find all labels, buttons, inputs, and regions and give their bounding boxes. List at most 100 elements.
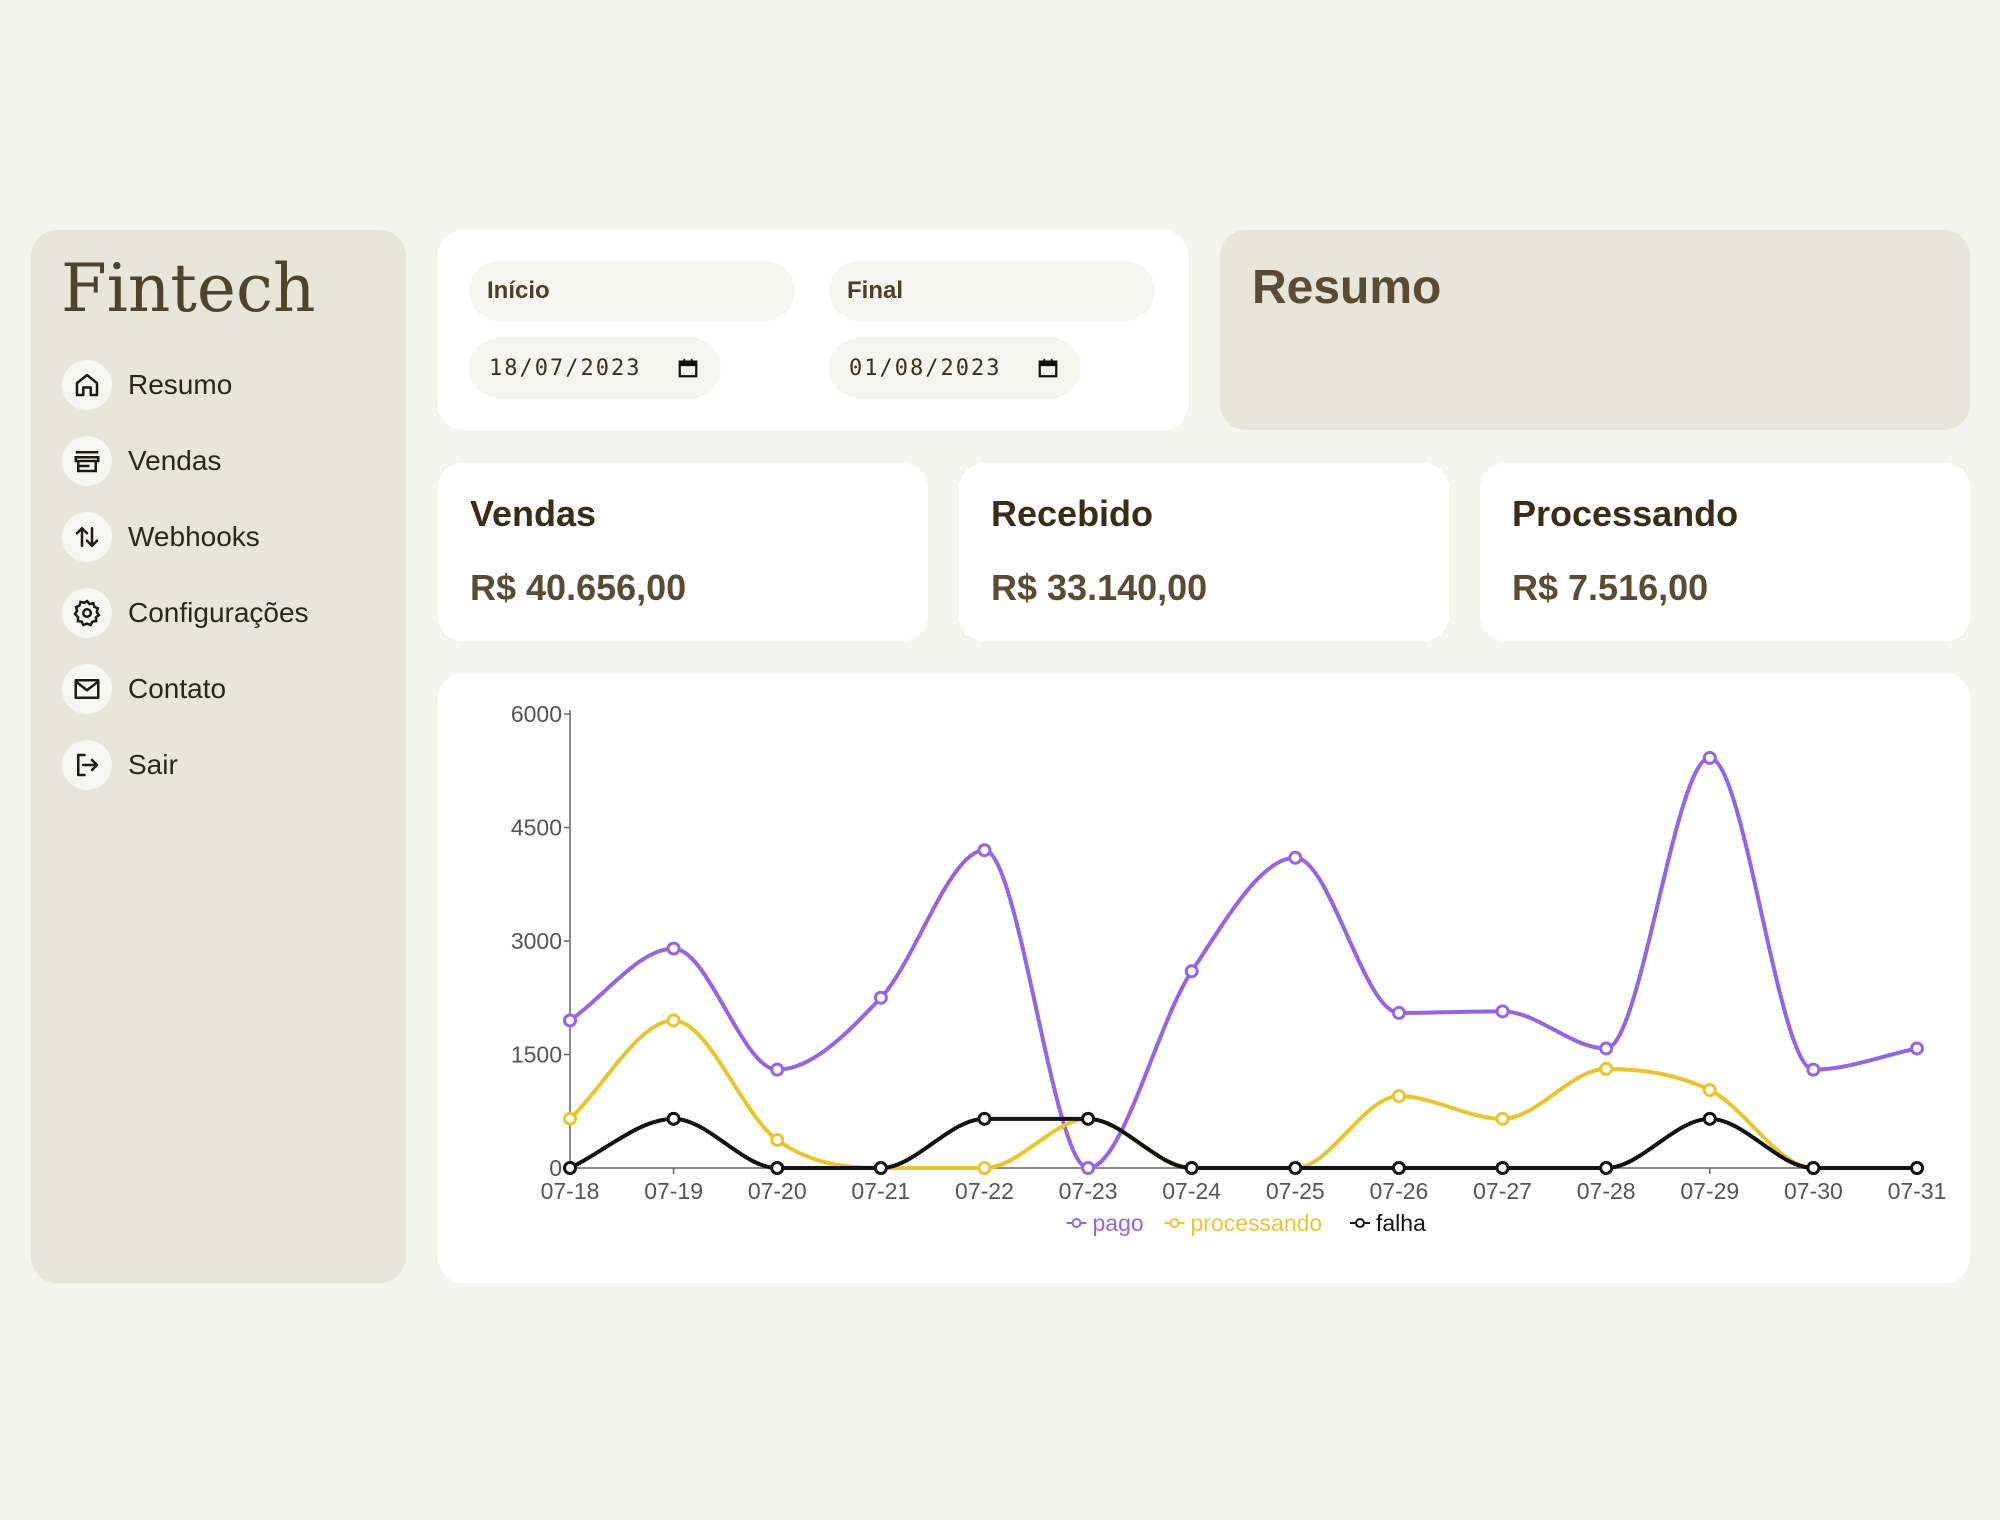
data-point-pago — [1081, 1161, 1096, 1175]
x-tick-label: 07-19 — [644, 1178, 703, 1204]
legend-label-processando: processando — [1191, 1210, 1323, 1236]
data-point-pago — [1599, 1041, 1614, 1056]
stat-title: Processando — [1512, 493, 1739, 534]
x-tick-label: 07-30 — [1784, 1178, 1843, 1204]
gear-icon — [62, 588, 112, 638]
stat-card-vendas: Vendas R$ 40.656,00 — [438, 463, 928, 641]
data-point-pago — [1910, 1041, 1924, 1056]
start-date-label: Início — [469, 261, 795, 321]
data-point-processando — [563, 1111, 577, 1126]
store-icon — [62, 436, 112, 486]
arrows-up-down-icon — [62, 512, 112, 562]
sidebar-item-label: Configurações — [128, 597, 309, 628]
chart-card: 0 1500 3000 4500 6000 07-18 07-19 07-20 07-21 07-… — [438, 673, 1970, 1283]
data-point-falha — [1806, 1161, 1821, 1175]
data-point-processando — [770, 1133, 785, 1148]
x-tick-label: 07-21 — [851, 1178, 910, 1204]
data-point-pago — [1184, 964, 1199, 979]
x-tick-label: 07-24 — [1162, 1178, 1221, 1204]
logout-icon — [62, 740, 112, 790]
data-point-pago — [1288, 850, 1303, 865]
data-point-falha — [977, 1111, 992, 1126]
legend-marker-falha — [1355, 1218, 1365, 1228]
x-tick-label: 07-28 — [1577, 1178, 1636, 1204]
sidebar-item-label: Vendas — [128, 445, 222, 476]
sidebar-item-sair[interactable]: Sair — [62, 740, 382, 790]
data-point-processando — [977, 1161, 992, 1175]
sidebar-item-contato[interactable]: Contato — [62, 664, 382, 714]
legend-label-falha: falha — [1376, 1210, 1426, 1236]
sidebar-item-label: Contato — [128, 673, 227, 704]
data-point-falha — [873, 1161, 888, 1175]
data-point-falha — [1288, 1161, 1303, 1175]
x-tick-label: 07-18 — [541, 1178, 600, 1204]
home-icon — [62, 360, 112, 410]
stat-value: R$ 33.140,00 — [991, 567, 1208, 608]
data-point-falha — [1184, 1161, 1199, 1175]
sidebar-item-configuracoes[interactable]: Configurações — [62, 588, 382, 638]
data-point-falha — [1599, 1161, 1614, 1175]
data-point-processando — [1599, 1061, 1614, 1076]
y-tick-label: 3000 — [511, 928, 562, 954]
x-tick-label: 07-26 — [1370, 1178, 1429, 1204]
stat-value: R$ 40.656,00 — [470, 567, 687, 608]
data-point-falha — [666, 1111, 681, 1126]
sidebar-item-vendas[interactable]: Vendas — [62, 436, 382, 486]
x-tick-label: 07-25 — [1266, 1178, 1325, 1204]
start-date-input[interactable]: 18/07/2023 — [469, 337, 721, 399]
legend-label-pago: pago — [1093, 1210, 1144, 1236]
line-chart: 0150030004500600007-18 07-19 07-20 07-21 07-… — [511, 701, 1947, 1236]
app-logo: Fintech — [61, 250, 316, 327]
mail-icon — [62, 664, 112, 714]
stat-card-processando: Processando R$ 7.516,00 — [1480, 463, 1970, 641]
x-tick-label: 07-23 — [1059, 1178, 1118, 1204]
data-point-falha — [1495, 1161, 1510, 1175]
calendar-icon[interactable] — [677, 357, 699, 379]
data-point-falha — [1081, 1111, 1096, 1126]
data-point-pago — [770, 1062, 785, 1077]
end-date-input[interactable]: 01/08/2023 — [829, 337, 1081, 399]
data-point-falha — [1391, 1161, 1406, 1175]
x-tick-label: 07-27 — [1473, 1178, 1532, 1204]
x-tick-label: 07-20 — [748, 1178, 807, 1204]
data-point-pago — [977, 843, 992, 858]
page-title: Resumo — [1252, 261, 1442, 314]
data-point-falha — [770, 1161, 785, 1175]
stat-value: R$ 7.516,00 — [1512, 567, 1709, 608]
stat-title: Vendas — [470, 493, 597, 534]
start-date-value: 18/07/2023 — [489, 355, 642, 381]
data-point-processando — [666, 1013, 681, 1028]
sidebar-item-resumo[interactable]: Resumo — [62, 360, 382, 410]
legend-marker-processando — [1169, 1218, 1180, 1228]
data-point-pago — [1806, 1062, 1821, 1077]
data-point-processando — [1495, 1111, 1510, 1126]
data-point-pago — [1702, 750, 1717, 765]
y-tick-label: 6000 — [511, 701, 562, 727]
resumo-card: Resumo — [1220, 230, 1970, 430]
x-tick-label: 07-31 — [1888, 1178, 1947, 1204]
data-point-processando — [1702, 1083, 1717, 1098]
stat-title: Recebido — [991, 493, 1154, 534]
x-tick-label: 07-22 — [955, 1178, 1014, 1204]
data-point-falha — [1702, 1111, 1717, 1126]
data-point-pago — [873, 990, 888, 1005]
data-point-falha — [563, 1161, 577, 1175]
sidebar-nav: Resumo Vendas Webhooks Configurações Con… — [62, 360, 382, 816]
date-filter-card: Início Final 18/07/2023 01/08/2023 — [438, 230, 1188, 430]
data-point-processando — [1391, 1089, 1406, 1104]
legend-marker-pago — [1071, 1218, 1082, 1228]
stat-card-recebido: Recebido R$ 33.140,00 — [959, 463, 1449, 641]
sidebar-item-label: Sair — [128, 749, 178, 780]
data-point-pago — [1391, 1005, 1406, 1020]
sidebar: Fintech Resumo Vendas Webhooks Configura… — [31, 230, 406, 1283]
y-tick-label: 4500 — [511, 815, 562, 841]
calendar-icon[interactable] — [1037, 357, 1059, 379]
data-point-pago — [563, 1013, 577, 1028]
x-tick-label: 07-29 — [1680, 1178, 1739, 1204]
data-point-pago — [1495, 1004, 1510, 1019]
sidebar-item-webhooks[interactable]: Webhooks — [62, 512, 382, 562]
y-tick-label: 1500 — [511, 1042, 562, 1068]
sidebar-item-label: Resumo — [128, 369, 233, 400]
sidebar-item-label: Webhooks — [128, 521, 260, 552]
end-date-value: 01/08/2023 — [849, 355, 1002, 381]
